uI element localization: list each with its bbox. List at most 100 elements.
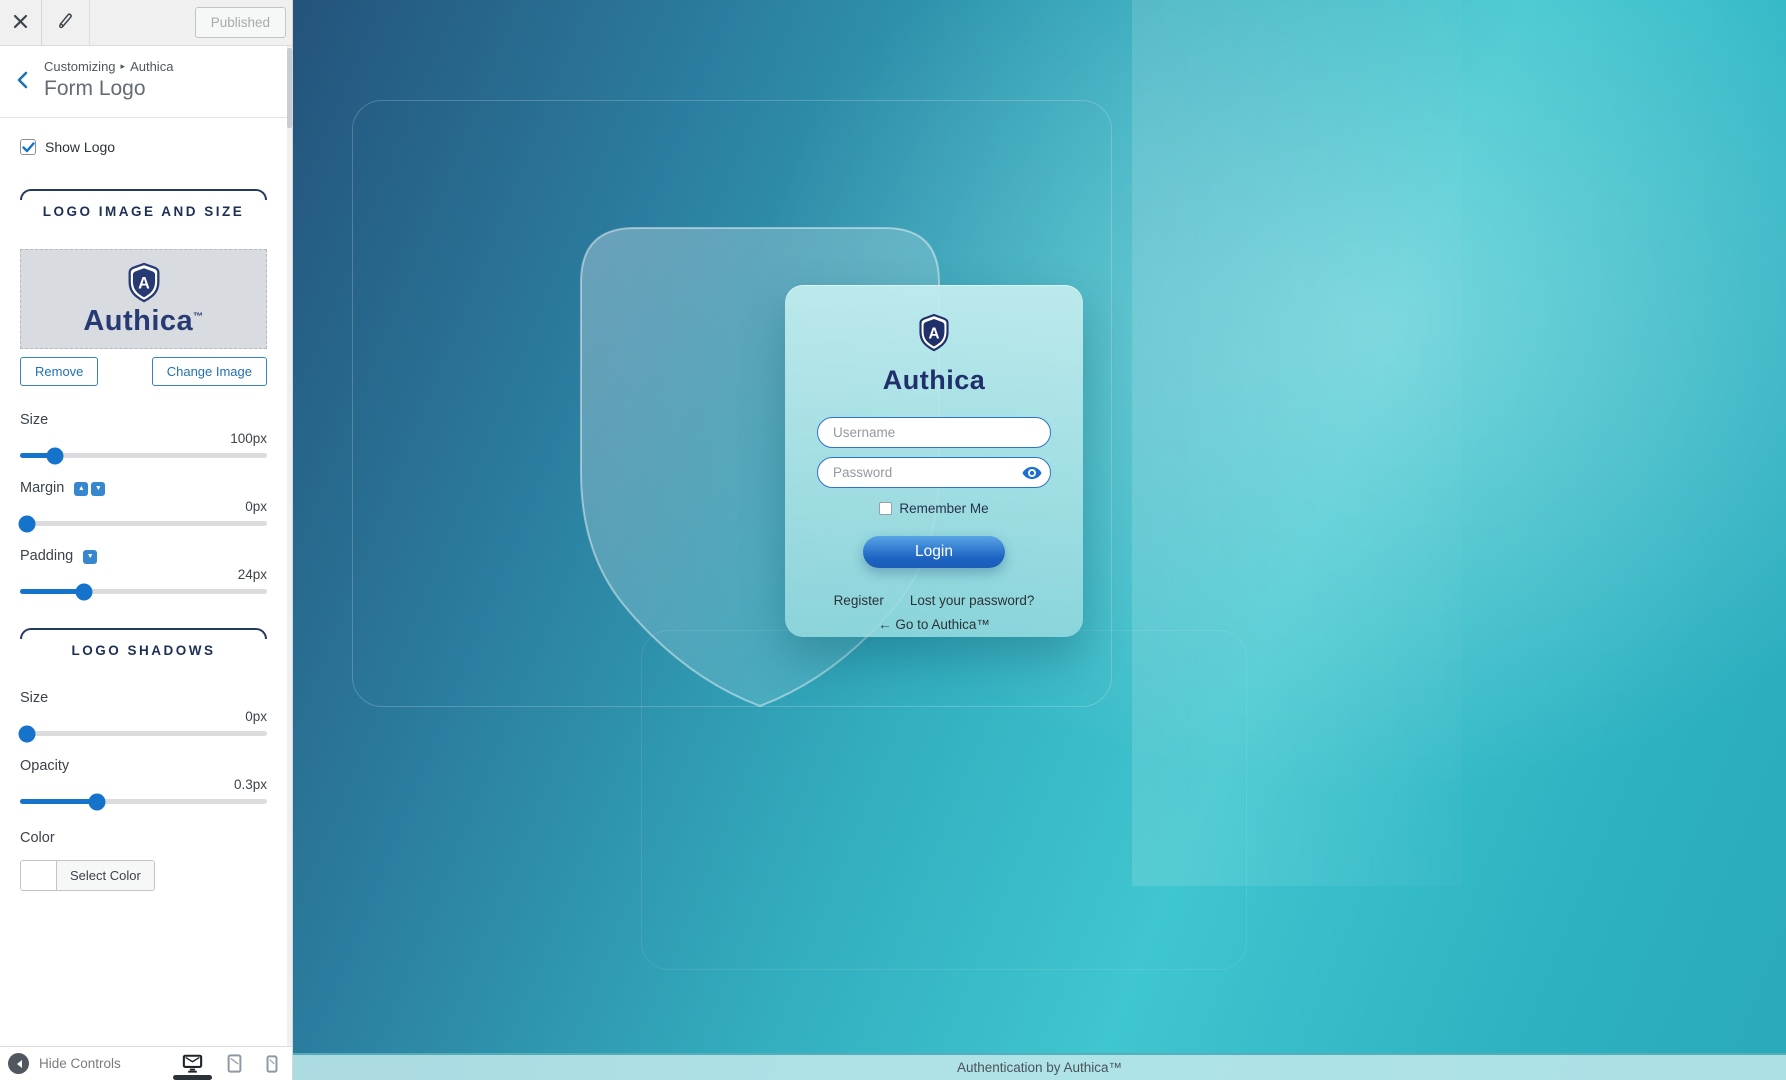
show-logo-setting[interactable]: Show Logo <box>20 139 267 155</box>
authica-shield-logo-icon: A <box>128 262 159 303</box>
section-divider-arc <box>20 628 267 639</box>
slider-thumb[interactable] <box>18 725 36 742</box>
check-icon <box>21 141 35 152</box>
site-preview: A Authica Remember Me <box>293 0 1786 1080</box>
collapse-sidebar-button[interactable] <box>8 1053 29 1074</box>
section-title: LOGO SHADOWS <box>71 643 216 658</box>
breadcrumb-separator-icon: ▸ <box>120 61 126 71</box>
arrow-up-icon: ▲ <box>77 485 85 492</box>
wordpress-customizer: Published Customizing ▸ Authica Form Log… <box>0 0 1786 1080</box>
change-image-button[interactable]: Change Image <box>151 357 267 386</box>
device-desktop-button[interactable] <box>173 1047 212 1080</box>
eye-icon <box>1022 466 1042 479</box>
remember-me-setting[interactable]: Remember Me <box>785 501 1083 516</box>
shadow-size-label: Size <box>20 690 49 706</box>
breadcrumb: Customizing ▸ Authica <box>44 59 173 74</box>
logo-padding-control: Padding ▼ 24px <box>20 548 267 600</box>
pencil-icon <box>57 12 75 33</box>
authica-wordmark: Authica <box>882 365 986 395</box>
remove-button[interactable]: Remove <box>20 357 99 386</box>
arrow-left-icon <box>16 1059 22 1068</box>
color-swatch[interactable] <box>21 861 57 890</box>
breadcrumb-level1: Customizing <box>44 59 116 74</box>
breadcrumb-level2: Authica <box>130 59 174 74</box>
select-color-button[interactable]: Select Color <box>57 861 154 890</box>
preview-footer: Authentication by Authica™ <box>293 1053 1786 1080</box>
chevron-left-icon <box>16 71 28 92</box>
show-logo-label: Show Logo <box>45 139 116 155</box>
logo-margin-control: Margin ▲ ▼ 0px <box>18 480 267 532</box>
shadow-opacity-label: Opacity <box>20 758 70 774</box>
shadow-opacity-value: 0.3px <box>233 777 267 792</box>
sidebar-scrollbar-thumb[interactable] <box>287 48 292 128</box>
logo-size-slider[interactable] <box>20 447 267 464</box>
slider-thumb[interactable] <box>88 793 106 810</box>
show-password-button[interactable] <box>1020 464 1044 482</box>
password-input[interactable] <box>817 457 1051 488</box>
remember-me-checkbox[interactable] <box>879 502 893 515</box>
edit-shortcuts-button[interactable] <box>42 0 90 46</box>
device-preview-switcher <box>173 1047 278 1080</box>
back-to-site-link[interactable]: ← Go to Authica™ <box>878 617 990 632</box>
device-mobile-button[interactable] <box>266 1047 278 1080</box>
logo-preview: A Authica™ <box>20 249 267 349</box>
shadow-size-slider[interactable] <box>18 725 267 742</box>
page-title: Form Logo <box>44 77 146 100</box>
logo-margin-slider[interactable] <box>18 515 267 532</box>
section-logo-shadows: LOGO SHADOWS <box>20 628 267 658</box>
slider-thumb[interactable] <box>46 447 64 464</box>
customizer-sidebar: Published Customizing ▸ Authica Form Log… <box>0 0 293 1080</box>
pane-header: Customizing ▸ Authica Form Logo <box>0 46 287 118</box>
slider-fill <box>20 799 97 804</box>
hide-controls-label[interactable]: Hide Controls <box>39 1056 121 1071</box>
authica-shield-logo-icon: A <box>919 313 949 352</box>
section-logo-image-and-size: LOGO IMAGE AND SIZE <box>20 189 267 219</box>
device-tablet-button[interactable] <box>227 1047 242 1080</box>
customizer-bottombar: Hide Controls <box>0 1046 292 1080</box>
shadow-opacity-slider[interactable] <box>20 793 267 810</box>
svg-text:A: A <box>138 275 150 293</box>
size-label: Size <box>20 412 49 428</box>
svg-text:A: A <box>928 325 939 342</box>
shadow-color-control: Select Color <box>20 860 155 891</box>
footer-text: Authentication by Authica™ <box>956 1060 1123 1075</box>
shadow-size-control: Size 0px <box>18 690 267 742</box>
tablet-icon <box>227 1054 242 1073</box>
size-value: 100px <box>230 431 267 446</box>
desktop-icon <box>182 1054 203 1073</box>
shadow-color-label: Color <box>20 830 55 846</box>
shadow-size-value: 0px <box>245 709 267 724</box>
customizer-topbar: Published <box>0 0 292 46</box>
controls-panel: Show Logo LOGO IMAGE AND SIZE A Authica™… <box>0 118 287 1046</box>
arrow-down-icon: ▼ <box>86 553 94 560</box>
shadow-opacity-control: Opacity 0.3px <box>20 758 267 810</box>
padding-label: Padding <box>20 548 74 564</box>
slider-thumb[interactable] <box>75 583 93 600</box>
trademark-symbol: ™ <box>193 311 204 323</box>
section-title: LOGO IMAGE AND SIZE <box>42 204 245 219</box>
slider-fill <box>20 589 85 594</box>
login-card: A Authica Remember Me <box>785 285 1083 637</box>
register-link[interactable]: Register <box>834 593 884 608</box>
padding-down-button[interactable]: ▼ <box>83 550 98 564</box>
published-button[interactable]: Published <box>194 7 286 38</box>
logo-padding-slider[interactable] <box>20 583 267 600</box>
margin-up-button[interactable]: ▲ <box>74 482 89 496</box>
close-icon <box>13 14 28 32</box>
username-input[interactable] <box>817 417 1051 448</box>
login-button[interactable]: Login <box>863 536 1005 568</box>
lost-password-link[interactable]: Lost your password? <box>910 593 1035 608</box>
slider-thumb[interactable] <box>18 515 36 532</box>
arrow-down-icon: ▼ <box>94 485 102 492</box>
padding-value: 24px <box>237 567 267 582</box>
margin-value: 0px <box>245 499 267 514</box>
back-button[interactable] <box>0 46 44 117</box>
close-customizer-button[interactable] <box>0 0 42 46</box>
margin-label: Margin <box>20 480 65 496</box>
show-logo-checkbox[interactable] <box>20 139 36 155</box>
mobile-icon <box>266 1054 278 1073</box>
margin-down-button[interactable]: ▼ <box>91 482 106 496</box>
section-divider-arc <box>20 189 267 200</box>
remember-me-label: Remember Me <box>899 501 989 516</box>
sidebar-scrollbar[interactable] <box>287 46 292 1047</box>
